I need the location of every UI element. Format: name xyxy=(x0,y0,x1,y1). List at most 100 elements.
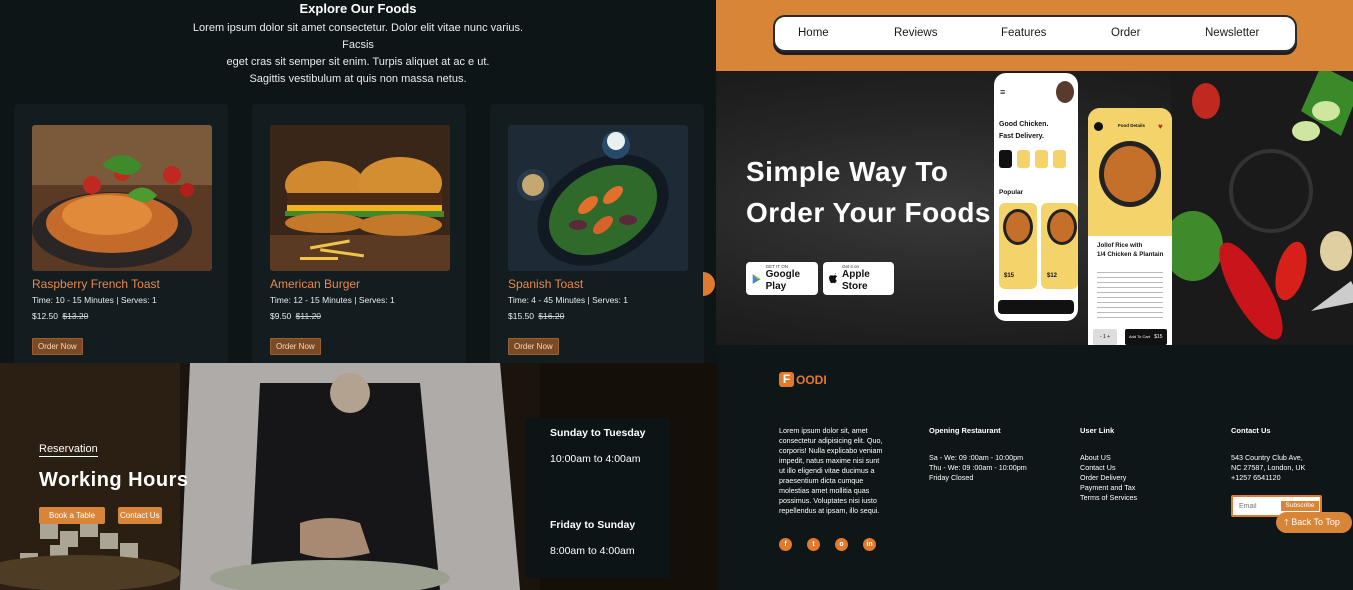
price-old: $11.20 xyxy=(295,311,322,321)
footer-link-terms[interactable]: Terms of Services xyxy=(1080,493,1137,503)
explore-title: Explore Our Foods xyxy=(299,1,417,16)
popular-card[interactable]: $12 xyxy=(1041,203,1078,289)
popular-card[interactable]: $15 xyxy=(999,203,1037,289)
foodi-logo[interactable]: F OODI xyxy=(779,372,827,387)
footer-description-line: praesentium dicta cumque xyxy=(779,476,864,485)
logo-text: OODI xyxy=(796,372,827,387)
food-image-burger xyxy=(270,125,450,271)
logo-mark: F xyxy=(779,372,794,387)
cart-price: $15 xyxy=(1154,334,1163,340)
main-nav: Home Reviews Features Order Newsletter xyxy=(773,15,1297,52)
footer-link-delivery[interactable]: Order Delivery xyxy=(1080,473,1126,483)
reservation-label: Reservation xyxy=(39,443,98,457)
food-image-pasta xyxy=(32,125,212,271)
phone-mockup-home: ≡ Good Chicken. Fast Delivery. Popular $… xyxy=(994,73,1078,321)
footer-description-line: ut illo eligendi vitae ducimus a xyxy=(779,466,875,475)
google-big-label: Google Play xyxy=(765,269,801,292)
category-chip[interactable] xyxy=(1053,150,1066,168)
order-now-button[interactable]: Order Now xyxy=(508,338,559,355)
footer-section: F OODI Lorem ipsum dolor sit, amet conse… xyxy=(717,345,1353,590)
footer-description-line: Lorem ipsum dolor sit, amet xyxy=(779,426,868,435)
arrow-up-icon: 🡑 xyxy=(1284,517,1289,527)
apple-icon xyxy=(829,273,838,284)
apple-store-button[interactable]: Get it on Apple Store xyxy=(823,262,894,295)
hours-time: 8:00am to 4:00am xyxy=(550,545,635,557)
dish-price: $12 xyxy=(1047,273,1058,279)
heart-icon[interactable]: ♥ xyxy=(1158,122,1163,131)
nav-features[interactable]: Features xyxy=(1001,27,1046,39)
footer-link-contact[interactable]: Contact Us xyxy=(1080,463,1116,473)
hours-time: 10:00am to 4:00am xyxy=(550,453,641,465)
dish-image xyxy=(1003,209,1033,245)
footer-description-line: possimus. Voluptates nisi iusto xyxy=(779,496,877,505)
footer-link-payment[interactable]: Payment and Tax xyxy=(1080,483,1135,493)
social-links: f t o in xyxy=(779,538,876,551)
subscribe-button[interactable]: Subscribe xyxy=(1281,501,1319,511)
quantity-stepper[interactable]: - 1 + xyxy=(1093,329,1117,345)
dish-description-lines xyxy=(1097,272,1163,318)
dish-image xyxy=(1047,209,1077,245)
nav-order[interactable]: Order xyxy=(1111,27,1140,39)
footer-link-about[interactable]: About US xyxy=(1080,453,1111,463)
category-chip[interactable] xyxy=(999,150,1012,168)
phone-greeting-line: Fast Delivery. xyxy=(999,133,1045,140)
profile-avatar xyxy=(1056,81,1074,103)
price-current: $9.50 xyxy=(270,311,292,321)
dish-hero-image xyxy=(1099,141,1161,207)
footer-description-line: consectetur adipisicing elit. Quo, xyxy=(779,436,883,445)
food-name: Raspberry French Toast xyxy=(32,277,160,291)
hero-title: Simple Way To Order Your Foods xyxy=(746,151,991,233)
nav-home[interactable]: Home xyxy=(798,27,829,39)
order-now-button[interactable]: Order Now xyxy=(270,338,321,355)
hours-day: Sunday to Tuesday xyxy=(550,427,646,439)
food-meta: Time: 4 - 45 Minutes | Serves: 1 xyxy=(508,295,628,305)
food-card-raspberry: Raspberry French Toast Time: 10 - 15 Min… xyxy=(14,104,228,363)
twitter-icon[interactable]: t xyxy=(807,538,820,551)
phone-greeting-line: Good Chicken. xyxy=(999,121,1049,128)
contact-line: +1257 6541120 xyxy=(1231,473,1281,482)
explore-section: Explore Our Foods Lorem ipsum dolor sit … xyxy=(0,0,716,363)
nav-reviews[interactable]: Reviews xyxy=(894,27,937,39)
vegetables-image xyxy=(1171,71,1353,345)
footer-description-line: molestias amet mollitia quas xyxy=(779,486,870,495)
food-card-burger: American Burger Time: 12 - 15 Minutes | … xyxy=(252,104,466,363)
explore-description-line: Lorem ipsum dolor sit amet consectetur. … xyxy=(192,22,524,51)
hours-panel: Sunday to Tuesday 10:00am to 4:00am Frid… xyxy=(525,418,670,578)
userlink-title: User Link xyxy=(1080,426,1115,435)
back-icon[interactable] xyxy=(1094,122,1103,131)
details-header: Food Details xyxy=(1118,123,1146,128)
back-to-top-label: Back To Top xyxy=(1291,517,1340,527)
food-name: Spanish Toast xyxy=(508,277,584,291)
hours-day: Friday to Sunday xyxy=(550,519,636,531)
apple-big-label: Apple Store xyxy=(842,269,870,292)
facebook-icon[interactable]: f xyxy=(779,538,792,551)
google-play-icon xyxy=(752,273,761,284)
footer-description-line: corporis! Nulla explicabo veniam xyxy=(779,446,883,455)
explore-description: Lorem ipsum dolor sit amet consectetur. … xyxy=(178,20,538,88)
email-input[interactable] xyxy=(1239,500,1283,512)
price-current: $15.50 xyxy=(508,311,534,321)
popular-label: Popular xyxy=(999,189,1024,196)
price-current: $12.50 xyxy=(32,311,58,321)
google-play-button[interactable]: GET IT ON Google Play xyxy=(746,262,818,295)
contact-us-button[interactable]: Contact Us xyxy=(118,507,162,524)
order-now-button[interactable]: Order Now xyxy=(32,338,83,355)
book-table-button[interactable]: Book a Table xyxy=(39,507,106,524)
category-chip[interactable] xyxy=(1017,150,1030,168)
carousel-next-arrow[interactable] xyxy=(703,272,715,296)
dish-title-line: Jollof Rice with xyxy=(1097,242,1143,249)
linkedin-icon[interactable]: in xyxy=(863,538,876,551)
page-root: Explore Our Foods Lorem ipsum dolor sit … xyxy=(0,0,1353,590)
explore-description-line: eget cras sit semper sit enim. Turpis al… xyxy=(226,56,490,68)
back-to-top-button[interactable]: 🡑 Back To Top xyxy=(1276,512,1352,533)
nav-newsletter[interactable]: Newsletter xyxy=(1205,27,1259,39)
food-name: American Burger xyxy=(270,277,361,291)
dish-price: $15 xyxy=(1004,273,1015,279)
price-old: $13.20 xyxy=(62,311,89,321)
phone-mockup-details: Food Details ♥ Jollof Rice with 1/4 Chic… xyxy=(1088,108,1172,345)
explore-description-line: Sagittis vestibulum at quis non massa ne… xyxy=(249,73,467,85)
hero-section: Home Reviews Features Order Newsletter S… xyxy=(716,0,1353,345)
add-to-cart-button[interactable]: Add To Cart $15 xyxy=(1125,329,1167,345)
category-chip[interactable] xyxy=(1035,150,1048,168)
instagram-icon[interactable]: o xyxy=(835,538,848,551)
